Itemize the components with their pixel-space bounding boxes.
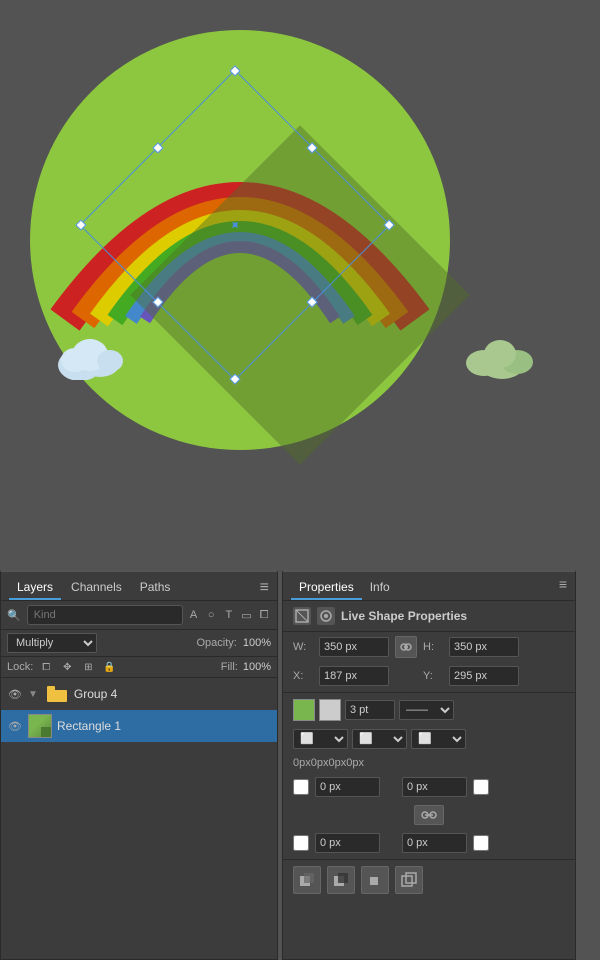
prop-tabs: Properties Info ≡ [283,572,575,601]
layer-kind-filter[interactable]: A [187,606,201,624]
rectangle-layer-name: Rectangle 1 [57,719,271,733]
corner-input-3[interactable] [315,833,380,853]
tab-layers[interactable]: Layers [9,576,61,600]
corner-row-1 [283,773,575,801]
lock-pixels-btn[interactable]: ⧠ [38,659,54,675]
eye-icon-group[interactable]: 👁 [7,686,23,702]
x-input[interactable] [319,666,389,686]
blend-mode-select[interactable]: Multiply [7,633,97,653]
cloud-right [462,325,542,385]
blend-opacity-row: Multiply Opacity: 100% [1,630,277,657]
path-ops-row [283,862,575,898]
w-input[interactable] [319,637,389,657]
fill-color-swatch[interactable] [293,699,315,721]
tab-paths[interactable]: Paths [132,576,179,600]
h-input[interactable] [449,637,519,657]
layers-panel: Layers Channels Paths ≡ 🔍 A ○ T ▭ ⧠ Mult… [0,570,278,960]
lock-fill-row: Lock: ⧠ ✥ ⊞ 🔒 Fill: 100% [1,657,277,678]
stroke-align-row: ⬜ ⬜ ⬜ [283,725,575,753]
wh-row: W: H: [283,632,575,662]
layer-adjustment-filter[interactable]: ○ [204,606,218,624]
path-op-subtract[interactable] [327,866,355,894]
corner-input-4[interactable] [402,833,467,853]
group-layer-name: Group 4 [74,687,271,701]
properties-menu-button[interactable]: ≡ [559,576,567,600]
opacity-value: 100% [243,637,271,649]
x-label: X: [293,670,313,682]
link-corners-button[interactable] [414,805,444,825]
opacity-label: Opacity: [197,637,237,649]
stroke-size-input[interactable] [345,700,395,720]
path-op-union[interactable] [293,866,321,894]
lock-position-btn[interactable]: ✥ [59,659,75,675]
w-label: W: [293,641,313,653]
corner-checkbox-3[interactable] [293,835,309,851]
corner-checkbox-2[interactable] [473,779,489,795]
stroke-align-select[interactable]: ⬜ [411,729,466,749]
corner-checkbox-1[interactable] [293,779,309,795]
xy-row: X: Y: [283,662,575,690]
stroke-color-swatch[interactable] [319,699,341,721]
live-shape-label: Live Shape Properties [341,609,467,623]
rectangle-thumbnail [28,714,52,738]
cloud-left [55,325,135,385]
link-wh-button[interactable] [395,636,417,658]
eye-icon-rect[interactable]: 👁 [7,718,23,734]
stroke-row: —— - - - · · · [283,695,575,725]
path-op-intersect[interactable] [361,866,389,894]
tab-properties[interactable]: Properties [291,576,362,600]
tab-info[interactable]: Info [362,576,398,600]
canvas-area: ✦ [0,0,600,570]
corner-checkbox-4[interactable] [473,835,489,851]
lock-label: Lock: [7,661,33,673]
layer-text-filter[interactable]: T [222,606,236,624]
lock-all-btn[interactable]: 🔒 [101,659,117,675]
h-label: H: [423,641,443,653]
expand-arrow[interactable]: ▼ [28,689,38,700]
panel-tabs: Layers Channels Paths ≡ [1,572,277,601]
shape-icon [317,607,335,625]
fill-label: Fill: [221,661,238,673]
layer-shape-filter[interactable]: ▭ [240,606,254,624]
layers-toolbar: 🔍 A ○ T ▭ ⧠ [1,601,277,630]
layers-search-input[interactable] [27,605,183,625]
layer-smart-filter[interactable]: ⧠ [257,606,271,624]
live-shape-title-row: Live Shape Properties [283,601,575,632]
corner-input-1[interactable] [315,777,380,797]
properties-panel: Properties Info ≡ Live Shape Properties … [282,570,576,960]
corner-row-2 [283,829,575,857]
corners-label-row: 0px0px0px0px [283,753,575,773]
stroke-cap-select[interactable]: ⬜ [293,729,348,749]
fill-value: 100% [243,661,271,673]
layers-menu-button[interactable]: ≡ [260,576,269,600]
stroke-type-select[interactable]: —— - - - · · · [399,700,454,720]
corner-input-2[interactable] [402,777,467,797]
folder-icon [45,682,69,706]
corners-value-label: 0px0px0px0px [293,757,565,769]
y-label: Y: [423,670,443,682]
link-corners-row [283,801,575,829]
transform-icon [293,607,311,625]
path-op-exclude[interactable] [395,866,423,894]
group-layer-item[interactable]: 👁 ▼ Group 4 [1,678,277,710]
stroke-join-select[interactable]: ⬜ [352,729,407,749]
rectangle-layer-item[interactable]: 👁 Rectangle 1 [1,710,277,742]
lock-artboard-btn[interactable]: ⊞ [80,659,96,675]
tab-channels[interactable]: Channels [63,576,130,600]
bottom-panels: Layers Channels Paths ≡ 🔍 A ○ T ▭ ⧠ Mult… [0,570,600,960]
y-input[interactable] [449,666,519,686]
